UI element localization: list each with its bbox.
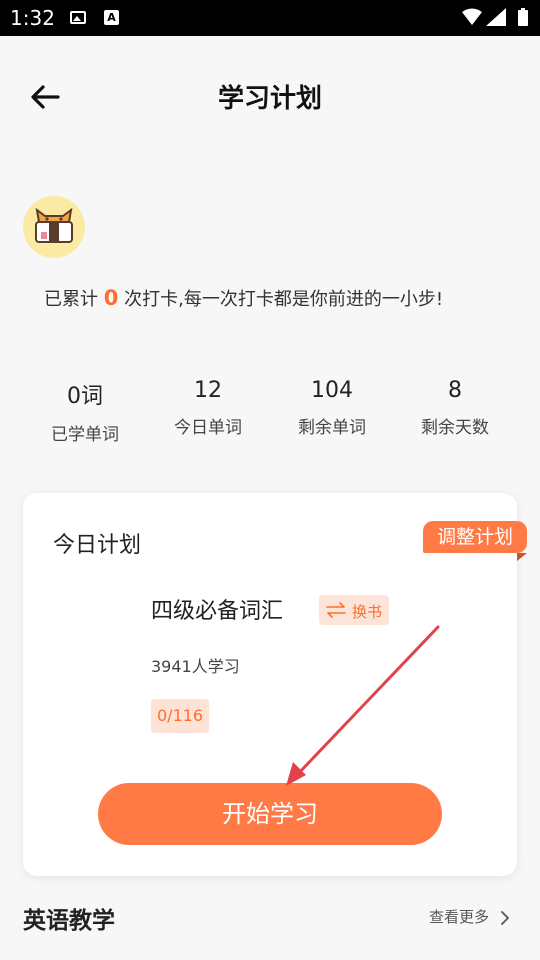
start-learning-button[interactable]: 开始学习 [98, 783, 442, 845]
status-bar: 1:32 A [0, 0, 540, 36]
stat-value: 104 [311, 378, 353, 403]
today-plan-card: 今日计划 调整计划 四级必备词汇 换书 3941人学习 0/116 开始学习 [23, 493, 528, 876]
swap-icon [326, 602, 346, 618]
stat-remaining-days: 8 剩余天数 [393, 378, 517, 438]
stat-value: 8 [448, 378, 462, 403]
stat-label: 剩余单词 [298, 418, 366, 438]
swap-book-button[interactable]: 换书 [319, 595, 389, 625]
avatar [23, 196, 85, 258]
signal-icon [486, 8, 506, 26]
image-icon [70, 11, 86, 24]
checkin-suffix: 次打卡,每一次打卡都是你前进的一小步! [124, 289, 444, 310]
section-title: 英语教学 [23, 908, 115, 934]
stat-value: 12 [194, 378, 222, 403]
page-title: 学习计划 [217, 84, 322, 114]
checkin-count: 0 [103, 286, 119, 310]
stat-label: 今日单词 [174, 418, 242, 438]
stat-remaining-words: 104 剩余单词 [270, 378, 394, 438]
top-bar: 学习计划 [0, 36, 540, 156]
checkin-message: 已累计 0 次打卡,每一次打卡都是你前进的一小步! [44, 285, 443, 311]
cat-mascot-icon [35, 207, 73, 243]
chevron-right-icon [500, 910, 509, 925]
progress-badge: 0/116 [151, 699, 210, 733]
card-title: 今日计划 [53, 533, 142, 558]
stat-today: 12 今日单词 [146, 378, 270, 438]
stat-learned: 0词 已学单词 [23, 378, 147, 445]
checkin-prefix: 已累计 [44, 289, 98, 310]
stat-value: 0词 [67, 384, 103, 409]
a-icon: A [104, 10, 119, 25]
book-name: 四级必备词汇 [151, 599, 284, 624]
battery-icon [518, 8, 528, 26]
stat-label: 已学单词 [51, 425, 119, 445]
stats-row: 0词 已学单词 12 今日单词 104 剩余单词 8 剩余天数 [23, 378, 517, 448]
swap-book-label: 换书 [352, 603, 383, 621]
view-more-label: 查看更多 [429, 908, 490, 926]
learner-count: 3941人学习 [151, 657, 240, 676]
wifi-icon [462, 8, 482, 25]
view-more-link[interactable]: 查看更多 [429, 906, 510, 927]
stat-label: 剩余天数 [421, 418, 489, 438]
status-time: 1:32 [10, 6, 55, 30]
adjust-plan-button[interactable]: 调整计划 [422, 521, 528, 561]
